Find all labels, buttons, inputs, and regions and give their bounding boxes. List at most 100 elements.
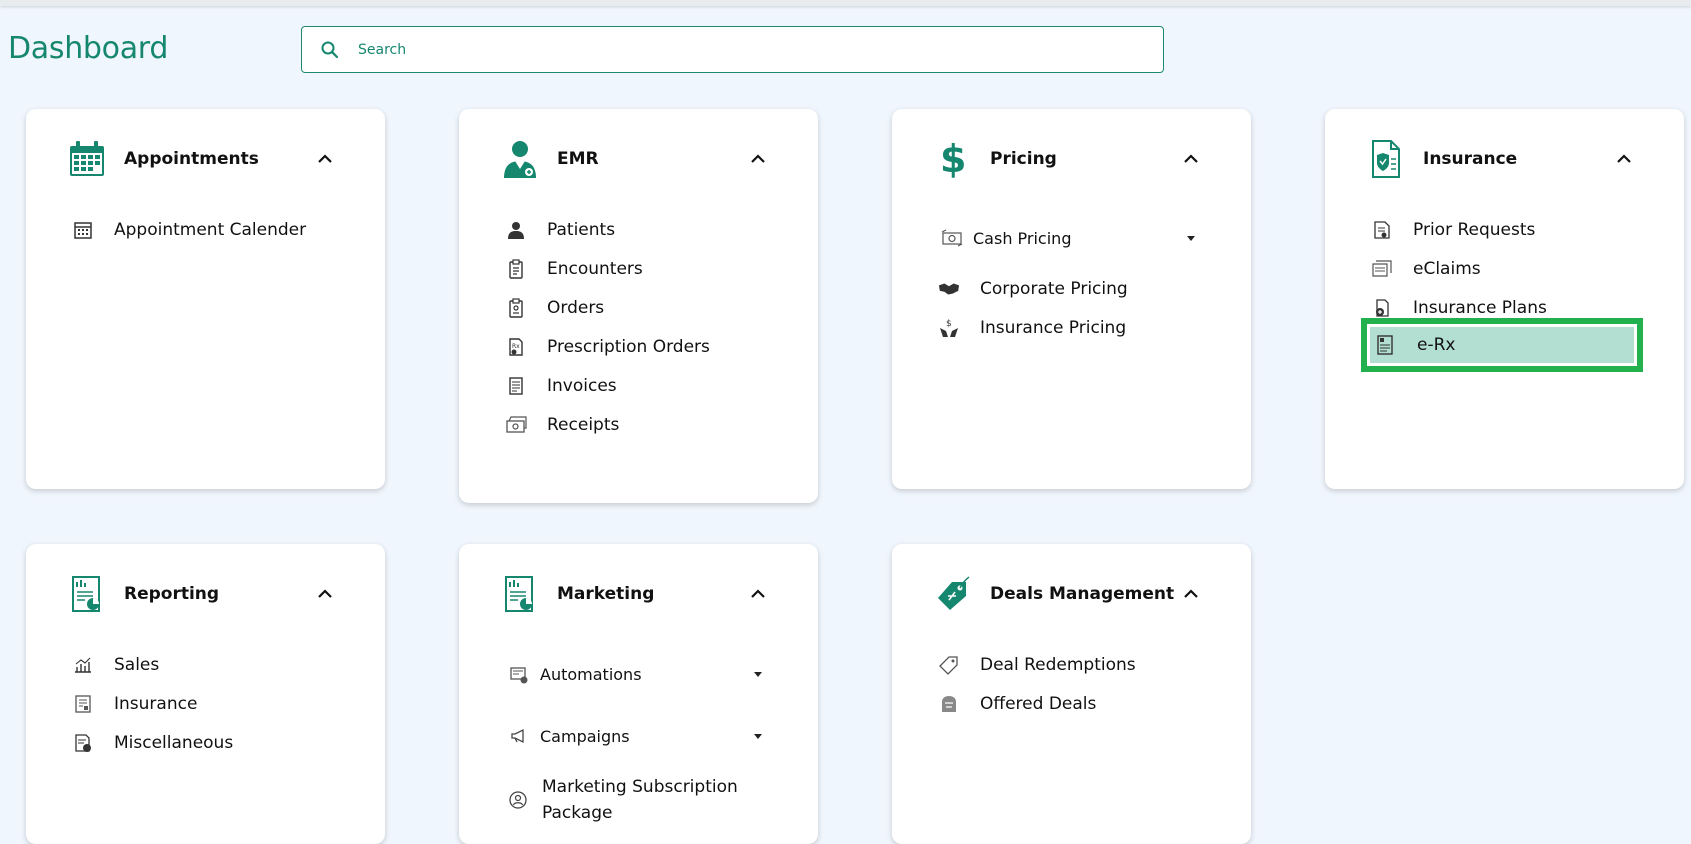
menu-item-prescription-orders[interactable]: Rx Prescription Orders	[505, 327, 710, 366]
menu-item-patients[interactable]: Patients	[505, 210, 710, 249]
deals-menu: Deal Redemptions Offered Deals	[938, 645, 1136, 723]
erx-icon	[1375, 334, 1397, 356]
dollar-icon: $	[933, 139, 973, 179]
insurance-header[interactable]: Insurance	[1366, 139, 1634, 179]
receipt-icon	[505, 414, 527, 436]
reporting-header[interactable]: Reporting	[67, 574, 335, 614]
menu-item-label: Encounters	[547, 258, 643, 279]
svg-text:Rx: Rx	[512, 343, 520, 350]
marketing-report-icon	[500, 574, 540, 614]
menu-item-marketing-subscription-package[interactable]: Marketing Subscription Package	[508, 770, 748, 830]
caret-down-icon[interactable]	[754, 672, 762, 677]
menu-item-label: Insurance Plans	[1413, 297, 1547, 318]
misc-report-icon	[72, 732, 94, 754]
menu-item-prior-requests[interactable]: Prior Requests	[1371, 210, 1547, 249]
menu-item-insurance-report[interactable]: Insurance	[72, 684, 233, 723]
caret-down-icon[interactable]	[754, 733, 762, 739]
pricing-header[interactable]: $ Pricing	[933, 139, 1201, 179]
doctor-icon	[500, 139, 540, 179]
prescription-icon: Rx	[505, 336, 527, 358]
invoice-icon	[505, 375, 527, 397]
caret-down-icon[interactable]	[1187, 235, 1195, 241]
search-input[interactable]	[358, 41, 1163, 58]
menu-item-invoices[interactable]: Invoices	[505, 366, 710, 405]
svg-text:$: $	[946, 319, 952, 329]
marketing-header[interactable]: Marketing	[500, 574, 768, 614]
insurance-card: Insurance Prior Requests eClaims Insuran…	[1325, 109, 1684, 489]
appointments-title: Appointments	[124, 149, 259, 169]
menu-item-label: Patients	[547, 219, 616, 240]
menu-item-label: Deal Redemptions	[980, 654, 1136, 675]
svg-text:$: $	[940, 139, 966, 179]
calendar-grid-icon	[72, 219, 94, 241]
page-title: Dashboard	[8, 31, 169, 66]
insurance-document-icon	[1366, 139, 1406, 179]
menu-item-label: Corporate Pricing	[980, 278, 1128, 299]
insurance-report-icon	[72, 693, 94, 715]
appointments-menu: Appointment Calender	[72, 210, 306, 249]
menu-item-label: eClaims	[1413, 258, 1481, 279]
patient-icon	[505, 219, 527, 241]
deals-title: Deals Management	[990, 584, 1175, 604]
subscription-icon	[508, 789, 528, 811]
menu-item-label: Insurance	[114, 693, 198, 714]
appointments-header[interactable]: Appointments	[67, 139, 335, 179]
dropdown-label: Automations	[540, 665, 642, 684]
megaphone-icon	[508, 725, 530, 747]
marketing-card: Marketing Automations Campaigns Marketin…	[459, 544, 818, 844]
handshake-icon	[938, 278, 960, 300]
menu-item-label: Offered Deals	[980, 693, 1097, 714]
menu-item-label: Marketing Subscription Package	[542, 777, 738, 823]
dropdown-automations[interactable]: Automations	[508, 647, 768, 702]
dropdown-label: Cash Pricing	[973, 228, 1072, 248]
menu-item-encounters[interactable]: Encounters	[505, 249, 710, 288]
reporting-card: Reporting Sales Insurance Miscellaneous	[26, 544, 385, 844]
chevron-up-icon[interactable]	[315, 584, 335, 604]
plans-icon	[1371, 297, 1393, 319]
money-hands-icon: $	[938, 317, 960, 339]
claims-icon	[1371, 258, 1393, 280]
menu-item-miscellaneous[interactable]: Miscellaneous	[72, 723, 233, 762]
chevron-up-icon[interactable]	[1181, 149, 1201, 169]
menu-item-eclaims[interactable]: eClaims	[1371, 249, 1547, 288]
menu-item-label: Miscellaneous	[114, 732, 234, 753]
search-box[interactable]	[301, 26, 1164, 73]
menu-item-sales[interactable]: Sales	[72, 645, 233, 684]
menu-item-deal-redemptions[interactable]: Deal Redemptions	[938, 645, 1136, 684]
automation-icon	[508, 664, 530, 686]
menu-item-label: Insurance Pricing	[980, 317, 1127, 338]
sales-chart-icon	[72, 654, 94, 676]
dropdown-label: Campaigns	[540, 726, 630, 746]
pricing-title: Pricing	[990, 149, 1057, 169]
menu-item-label: Receipts	[547, 414, 620, 435]
emr-header[interactable]: EMR	[500, 139, 768, 179]
deals-header[interactable]: Deals Management	[933, 574, 1201, 614]
deals-card: Deals Management Deal Redemptions Offere…	[892, 544, 1251, 844]
menu-item-appointment-calender[interactable]: Appointment Calender	[72, 210, 306, 249]
search-icon	[321, 41, 339, 58]
menu-item-insurance-pricing[interactable]: $ Insurance Pricing	[938, 308, 1128, 347]
reporting-title: Reporting	[124, 584, 220, 604]
chevron-up-icon[interactable]	[1614, 149, 1634, 169]
marketing-menu: Automations Campaigns Marketing Subscrip…	[508, 647, 768, 830]
dropdown-campaigns[interactable]: Campaigns	[508, 702, 768, 770]
chevron-up-icon[interactable]	[748, 149, 768, 169]
chevron-up-icon[interactable]	[748, 584, 768, 604]
chevron-up-icon[interactable]	[315, 149, 335, 169]
dropdown-cash-pricing[interactable]: Cash Pricing	[941, 213, 1201, 263]
menu-item-corporate-pricing[interactable]: Corporate Pricing	[938, 269, 1128, 308]
marketing-title: Marketing	[557, 584, 655, 604]
menu-item-receipts[interactable]: Receipts	[505, 405, 710, 444]
chevron-up-icon[interactable]	[1181, 584, 1201, 604]
top-bar	[0, 0, 1691, 6]
menu-item-offered-deals[interactable]: Offered Deals	[938, 684, 1136, 723]
emr-title: EMR	[557, 149, 599, 169]
emr-menu: Patients Encounters Orders Rx Prescripti…	[505, 210, 710, 444]
menu-item-erx[interactable]: e-Rx	[1370, 327, 1634, 363]
menu-item-label: Orders	[547, 297, 605, 318]
pricing-items: Corporate Pricing $ Insurance Pricing	[938, 269, 1128, 347]
menu-item-label: Prior Requests	[1413, 219, 1536, 240]
menu-item-label: Sales	[114, 654, 160, 675]
menu-item-erx-selected[interactable]: e-Rx	[1361, 318, 1643, 372]
menu-item-orders[interactable]: Orders	[505, 288, 710, 327]
